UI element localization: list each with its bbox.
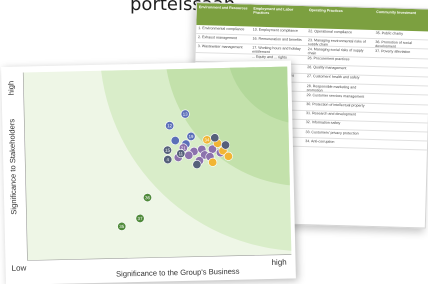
- data-point: [184, 150, 194, 160]
- table-cell: [370, 140, 427, 150]
- x-low-label: Low: [12, 264, 27, 273]
- table-header-cell: Employment and Labor Practices: [253, 6, 294, 16]
- data-label: 34: [204, 137, 210, 142]
- data-label: 35: [119, 224, 125, 229]
- data-label: 13: [183, 112, 189, 117]
- data-label: 15: [165, 148, 171, 153]
- x-axis-label: Significance to the Group's Business: [116, 267, 240, 279]
- data-point: [223, 151, 233, 161]
- table-cell: [372, 76, 428, 86]
- table-cell: [372, 85, 428, 95]
- table-header-cell: Community Investment: [376, 10, 417, 16]
- table-cell: 37. Poverty alleviation: [375, 48, 411, 54]
- table-cell: 36. Promotion of social development: [375, 39, 413, 49]
- table-cell: 10. Employment compliance: [252, 27, 298, 33]
- table-cell: [371, 122, 428, 132]
- table-cell: 1. Environmental compliance: [198, 25, 245, 31]
- data-point: [221, 140, 231, 150]
- data-point: [192, 160, 202, 170]
- y-high-label: high: [6, 81, 15, 96]
- data-point: [170, 136, 180, 146]
- table-cell: [373, 58, 428, 68]
- data-label: 12: [167, 123, 173, 128]
- table-cell: [371, 113, 428, 123]
- data-label: 37: [138, 216, 144, 221]
- table-header-cell: Environment and Resources: [198, 5, 248, 11]
- table-cell: 17. Working hours and holiday entitlemen…: [252, 45, 301, 55]
- data-point: [208, 157, 218, 167]
- data-label: 36: [145, 195, 151, 200]
- table-cell: 3. Wastewater management: [197, 43, 243, 50]
- table-cell: [373, 67, 428, 77]
- data-point: [210, 133, 220, 143]
- table-cell: 16. Remuneration and benefits: [252, 36, 302, 42]
- table-cell: [371, 131, 428, 141]
- data-label: 19: [188, 134, 194, 139]
- x-high-label: high: [271, 258, 286, 267]
- table-cell: 35. Public charity: [375, 30, 404, 36]
- table-cell: [372, 94, 428, 104]
- table-header-cell: Operating Practices: [308, 8, 343, 14]
- table-cell: 34. Anti-corruption: [305, 138, 335, 144]
- y-axis-label: Significance to Stakeholders: [7, 119, 18, 215]
- materiality-chart: 121319213415114363537LowhighSignificance…: [6, 66, 292, 279]
- table-cell: 2. Exhaust management: [197, 34, 238, 40]
- data-label: 11: [178, 151, 183, 156]
- materiality-chart-card: 12 13 19 21 34 15 11 4 36 35 37 Low high Significance…: [1, 60, 296, 284]
- table-cell: [371, 103, 428, 113]
